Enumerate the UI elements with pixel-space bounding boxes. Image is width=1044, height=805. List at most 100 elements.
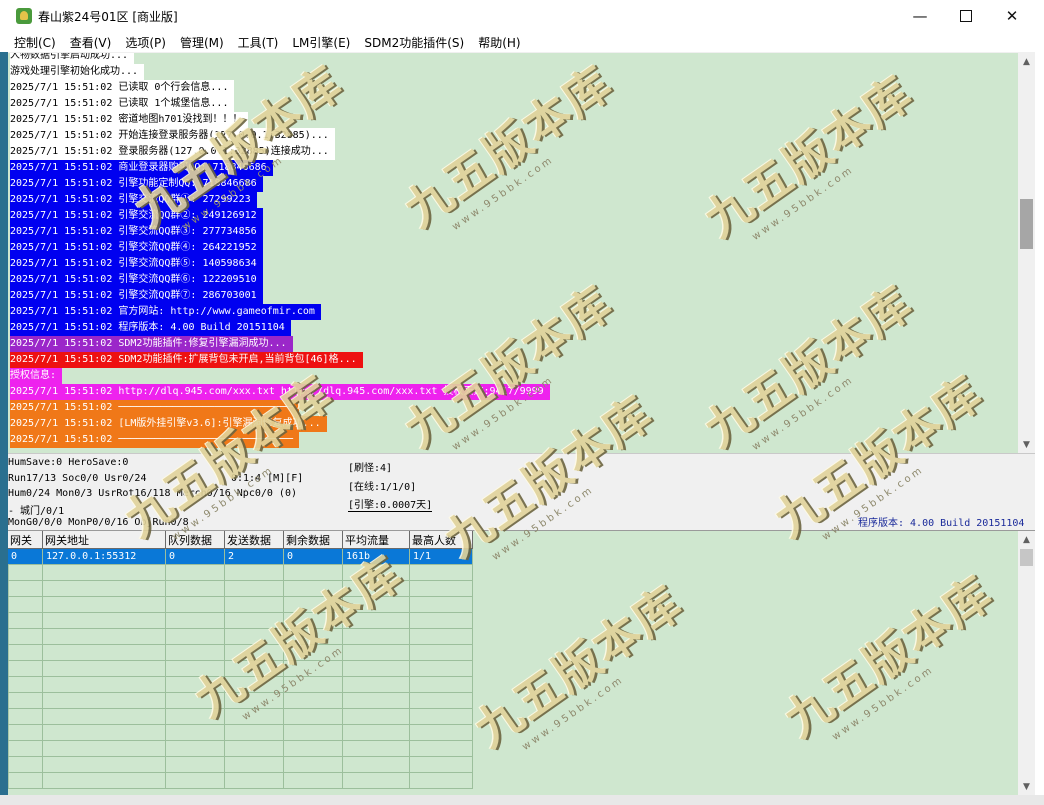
scroll-down-icon[interactable]: ▼ (1018, 778, 1035, 795)
log-line: 游戏处理引擎初始化成功... (10, 64, 145, 80)
log-line: 2025/7/1 15:51:02 引擎交流QQ群⑦: 286703001 (10, 288, 263, 304)
empty-cell (342, 724, 410, 741)
empty-cell (409, 724, 473, 741)
empty-cell (8, 708, 43, 725)
empty-cell (8, 660, 43, 677)
empty-cell (8, 740, 43, 757)
empty-cell (224, 708, 284, 725)
scroll-down-icon[interactable]: ▼ (1018, 436, 1035, 453)
table-cell: 127.0.0.1:55312 (42, 548, 166, 565)
empty-row (8, 628, 473, 645)
empty-row (8, 564, 473, 581)
column-header[interactable]: 网关地址 (42, 531, 166, 549)
empty-cell (409, 596, 473, 613)
column-header[interactable]: 最高人数 (409, 531, 473, 549)
empty-cell (342, 564, 410, 581)
empty-cell (165, 740, 225, 757)
engine-days-link[interactable]: [引擎:0.0007天] (348, 496, 433, 512)
empty-cell (342, 628, 410, 645)
scroll-up-icon[interactable]: ▲ (1018, 531, 1035, 548)
log-line: 2025/7/1 15:51:02 登录服务器(127.0.0.1:32885)… (10, 144, 335, 160)
minimize-button[interactable]: — (897, 0, 943, 32)
empty-cell (283, 676, 343, 693)
menu-manage[interactable]: 管理(M) (173, 34, 231, 51)
menu-control[interactable]: 控制(C) (0, 34, 63, 51)
log-line: 2025/7/1 15:51:02 已读取 0个行会信息... (10, 80, 235, 96)
empty-cell (8, 724, 43, 741)
empty-row (8, 740, 473, 757)
maximize-button[interactable] (943, 0, 989, 32)
menu-help[interactable]: 帮助(H) (471, 34, 527, 51)
empty-cell (165, 596, 225, 613)
log-line: 2025/7/1 15:51:02 已读取 1个城堡信息... (10, 96, 235, 112)
log-line: 2025/7/1 15:51:02 引擎交流QQ群③: 277734856 (10, 224, 263, 240)
log-line: 2025/7/1 15:51:02 引擎交流QQ群②: 249126912 (10, 208, 263, 224)
run-status: Run17/13 Soc0/0 Usr0/24 (8, 473, 147, 484)
online-count: [在线:1/1/0] (348, 482, 417, 493)
gateway-scrollbar[interactable]: ▲ ▼ (1018, 531, 1035, 795)
empty-cell (283, 772, 343, 789)
menu-options[interactable]: 选项(P) (118, 34, 173, 51)
empty-cell (342, 708, 410, 725)
empty-cell (409, 580, 473, 597)
log-scroll-thumb[interactable] (1020, 199, 1033, 249)
gateway-scroll-thumb[interactable] (1020, 549, 1033, 566)
log-line: 授权信息: (10, 368, 63, 384)
table-cell: 0 (165, 548, 225, 565)
empty-cell (42, 772, 166, 789)
table-cell: 1/1 (409, 548, 473, 565)
mon-status: MonG0/0/0 MonP0/0/16 ObjRun0/8 (8, 517, 189, 528)
close-icon: ✕ (1005, 7, 1019, 25)
empty-cell (8, 596, 43, 613)
log-scrollbar[interactable]: ▲ ▼ (1018, 53, 1035, 453)
empty-row (8, 644, 473, 661)
menu-tools[interactable]: 工具(T) (231, 34, 286, 51)
maximize-icon (960, 10, 972, 22)
column-header[interactable]: 剩余数据 (283, 531, 343, 549)
column-header[interactable]: 平均流量 (342, 531, 410, 549)
column-header[interactable]: 网关 (8, 531, 43, 549)
menu-view[interactable]: 查看(V) (63, 34, 119, 51)
empty-cell (8, 564, 43, 581)
empty-cell (342, 596, 410, 613)
empty-cell (165, 628, 225, 645)
empty-cell (224, 612, 284, 629)
menu-sdm2-plugin[interactable]: SDM2功能插件(S) (357, 34, 471, 51)
scroll-up-icon[interactable]: ▲ (1018, 53, 1035, 70)
empty-cell (283, 724, 343, 741)
table-cell: 0 (8, 548, 43, 565)
empty-cell (342, 772, 410, 789)
empty-row (8, 660, 473, 677)
empty-cell (283, 628, 343, 645)
empty-cell (42, 708, 166, 725)
empty-cell (224, 564, 284, 581)
empty-cell (224, 692, 284, 709)
save-status: HumSave:0 HeroSave:0 (8, 457, 129, 468)
log-line: 2025/7/1 15:51:02 http://dlq.945.com/xxx… (10, 384, 550, 400)
window-edge (1035, 52, 1044, 805)
empty-cell (409, 756, 473, 773)
empty-cell (165, 564, 225, 581)
empty-cell (283, 580, 343, 597)
empty-cell (42, 756, 166, 773)
menu-lm-engine[interactable]: LM引擎(E) (285, 34, 357, 51)
empty-cell (409, 692, 473, 709)
close-button[interactable]: ✕ (989, 0, 1035, 32)
table-cell: 2 (224, 548, 284, 565)
table-row[interactable]: 0 127.0.0.1:55312 0 2 0 161b 1/1 (8, 548, 473, 565)
log-panel[interactable]: 人物数据引擎启动成功... 游戏处理引擎初始化成功... 2025/7/1 15:5… (8, 53, 1018, 453)
run-timer: 0:1:4 [M][F] (231, 473, 304, 484)
gateway-grid[interactable]: 网关 网关地址 队列数据 发送数据 剩余数据 平均流量 最高人数 0 127.0.0.1:553… (8, 531, 1018, 795)
column-header[interactable]: 发送数据 (224, 531, 284, 549)
empty-cell (342, 612, 410, 629)
log-line: 2025/7/1 15:51:02 官方网站: http://www.gameo… (10, 304, 321, 320)
empty-cell (165, 676, 225, 693)
title-bar: 春山紫24号01区 [商业版] — ✕ (0, 0, 1044, 32)
empty-row (8, 772, 473, 789)
column-header[interactable]: 队列数据 (165, 531, 225, 549)
empty-cell (224, 740, 284, 757)
log-line: 2025/7/1 15:51:02 引擎交流QQ群⑤: 140598634 (10, 256, 263, 272)
empty-cell (224, 756, 284, 773)
log-line: 2025/7/1 15:51:02 引擎交流QQ群⑥: 122209510 (10, 272, 263, 288)
empty-cell (8, 756, 43, 773)
